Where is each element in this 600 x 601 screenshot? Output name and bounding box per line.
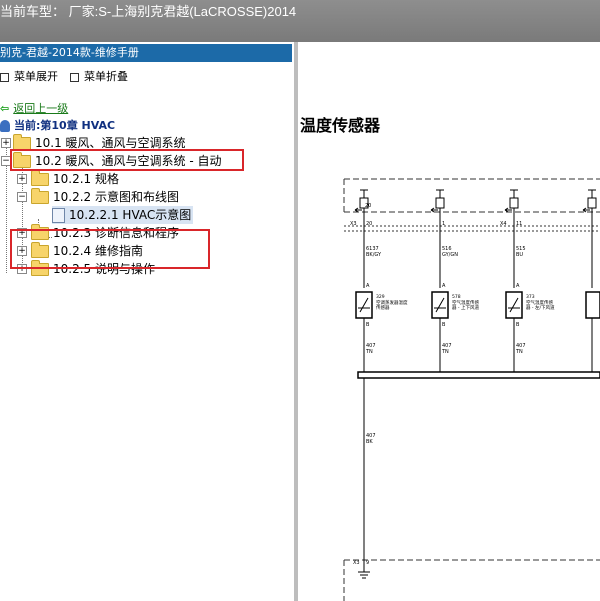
menu-expand-button[interactable]: 菜单展开: [0, 68, 58, 84]
current-chapter-label: 当前:第10章 HVAC: [14, 119, 116, 132]
svg-text:11: 11: [516, 221, 522, 227]
collapse-icon: [70, 72, 79, 82]
svg-text:BK/GY: BK/GY: [366, 252, 382, 258]
svg-text:传感器: 传感器: [376, 304, 390, 311]
svg-text:TN: TN: [441, 349, 449, 355]
manual-header: 别克-君越-2014款-维修手册: [0, 44, 292, 62]
ground-circuit: 407 BK X3 9: [353, 378, 376, 579]
svg-text:A: A: [366, 283, 370, 289]
navigation-pane: 别克-君越-2014款-维修手册 菜单展开 菜单折叠 ⇦ 返回上一级 当前:第10…: [0, 42, 294, 601]
vehicle-model-title: 当前车型： 厂家:S-上海别克君越(LaCROSSE)2014: [0, 4, 297, 19]
svg-text:B: B: [442, 322, 446, 328]
svg-text:TN: TN: [365, 349, 373, 355]
highlight-box: [10, 229, 210, 269]
sensor-circuit-1: 20 X3 20 6137 BK/GY A 329 空调蒸发器温度 传感器 B …: [350, 189, 408, 372]
svg-text:X3: X3: [350, 221, 357, 227]
svg-text:BK: BK: [366, 439, 373, 445]
svg-text:BU: BU: [516, 252, 523, 258]
svg-text:TN: TN: [515, 349, 523, 355]
svg-text:GY/GN: GY/GN: [442, 252, 458, 258]
svg-text:器 - 左/下风道: 器 - 左/下风道: [526, 304, 555, 311]
folder-open-icon: [31, 188, 49, 204]
svg-text:空气温度传感: 空气温度传感: [452, 299, 479, 306]
sensor-circuit-4: [582, 189, 600, 372]
highlight-box: [10, 149, 244, 171]
svg-text:A: A: [516, 283, 520, 289]
svg-text:578: 578: [452, 294, 461, 300]
svg-text:329: 329: [376, 294, 385, 300]
svg-text:20: 20: [365, 203, 371, 209]
wiring-schematic: 20 X3 20 6137 BK/GY A 329 空调蒸发器温度 传感器 B …: [343, 178, 600, 601]
svg-text:373: 373: [526, 294, 535, 300]
svg-text:A: A: [442, 283, 446, 289]
sensor-circuit-2: 1 516 GY/GN A 578 空气温度传感 器 - 上下风道 B 407 …: [430, 189, 479, 372]
svg-text:1: 1: [442, 221, 445, 227]
svg-text:空调蒸发器温度: 空调蒸发器温度: [376, 299, 408, 306]
document-icon: [52, 208, 65, 223]
svg-text:9: 9: [366, 560, 369, 566]
sensor-circuit-3: X4 11 515 BU A 373 空气温度传感 器 - 左/下风道 B 40…: [500, 189, 555, 372]
svg-text:空气温度传感: 空气温度传感: [526, 299, 553, 306]
svg-text:器 - 上下风道: 器 - 上下风道: [452, 304, 479, 311]
user-icon: [0, 120, 10, 132]
document-pane: 温度传感器 20 X3 20 6137 BK/GY A 329 空调蒸发器温度 …: [298, 42, 600, 601]
svg-text:B: B: [516, 322, 520, 328]
svg-text:X3: X3: [353, 560, 360, 566]
back-arrow-icon: ⇦: [0, 102, 10, 115]
folder-icon: [31, 170, 49, 186]
back-link[interactable]: ⇦ 返回上一级: [0, 100, 68, 116]
window-title-bar: 当前车型： 厂家:S-上海别克君越(LaCROSSE)2014: [0, 0, 600, 42]
svg-text:20: 20: [366, 221, 372, 227]
back-link-label: 返回上一级: [13, 102, 69, 115]
collapse-toggle-icon[interactable]: −: [17, 192, 27, 202]
menu-collapse-label: 菜单折叠: [84, 70, 128, 83]
expand-toggle-icon[interactable]: +: [17, 174, 27, 184]
menu-expand-label: 菜单展开: [14, 70, 58, 83]
svg-text:B: B: [366, 322, 370, 328]
svg-text:X4: X4: [500, 221, 507, 227]
menu-collapse-button[interactable]: 菜单折叠: [70, 68, 128, 84]
expand-icon: [0, 72, 9, 82]
current-chapter: 当前:第10章 HVAC: [0, 117, 115, 133]
expand-toggle-icon[interactable]: +: [1, 138, 11, 148]
